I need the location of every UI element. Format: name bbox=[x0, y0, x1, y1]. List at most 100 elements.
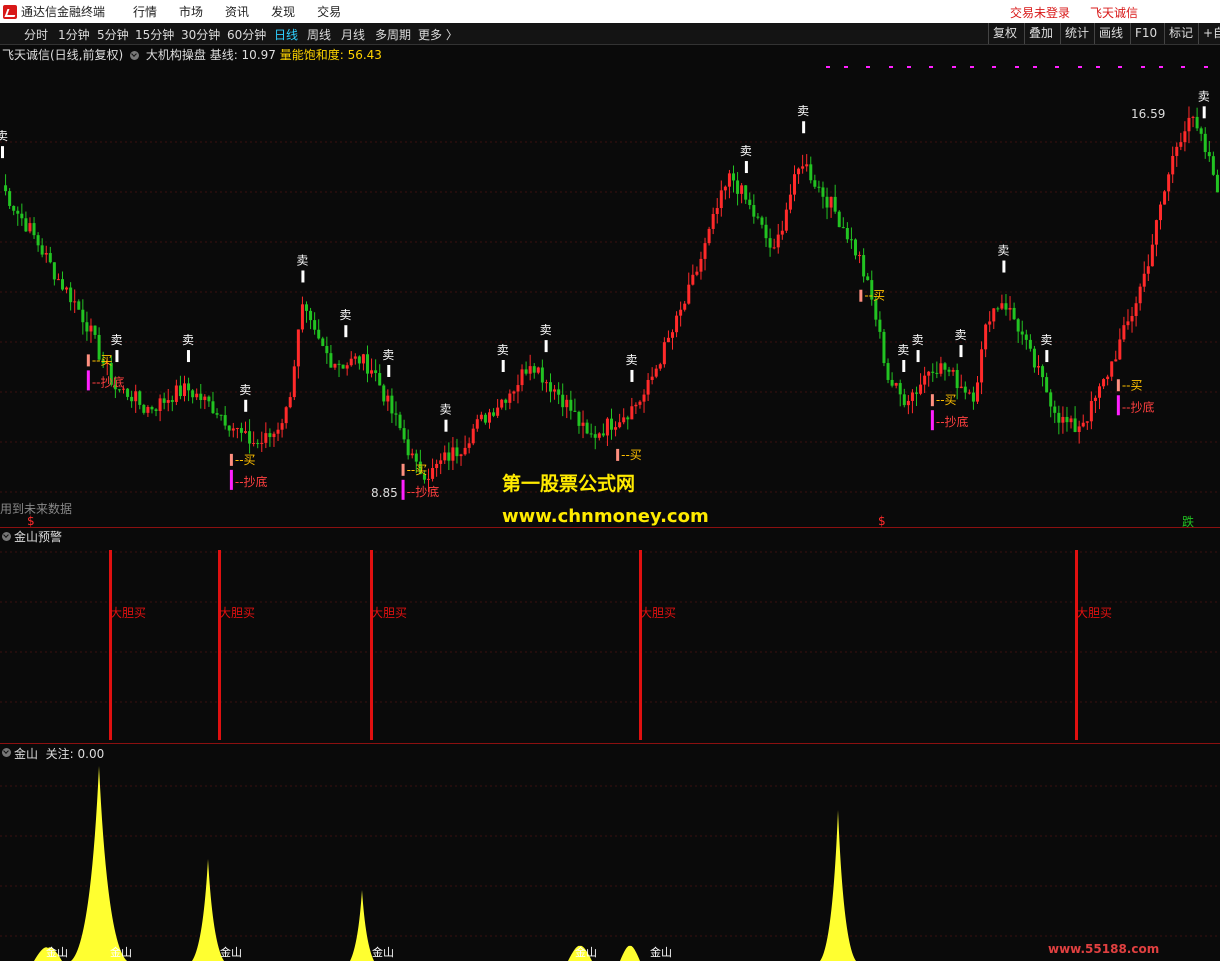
area-chart: 金山 金山 金山 金山 金山 金山 bbox=[0, 766, 1220, 961]
candle-body bbox=[573, 410, 577, 412]
stats-button[interactable]: 统计 bbox=[1060, 23, 1093, 44]
overlay-button[interactable]: 叠加 bbox=[1024, 23, 1057, 44]
candle-body bbox=[902, 394, 906, 406]
period-tab-1min[interactable]: 1分钟 bbox=[58, 26, 90, 43]
period-tab-5min[interactable]: 5分钟 bbox=[97, 26, 129, 43]
candle-body bbox=[919, 384, 923, 394]
candle-body bbox=[577, 411, 581, 426]
candle-body bbox=[292, 366, 296, 398]
app-logo-icon bbox=[3, 4, 17, 19]
candle-body bbox=[1146, 266, 1150, 274]
candle-body bbox=[894, 383, 898, 386]
candle-body bbox=[524, 369, 528, 374]
candle-body bbox=[1126, 321, 1130, 326]
menu-market[interactable]: 市场 bbox=[179, 3, 203, 20]
candle-body bbox=[1199, 128, 1203, 134]
buy-signal-label: --买 bbox=[936, 393, 957, 407]
candle-body bbox=[540, 367, 544, 383]
buy-signal-label: --买 bbox=[1122, 378, 1143, 392]
period-tab-daily[interactable]: 日线 bbox=[274, 26, 298, 43]
top-dot-marker bbox=[1096, 66, 1100, 68]
candle-body bbox=[622, 417, 626, 423]
candle-body bbox=[605, 418, 609, 436]
candle-body bbox=[1004, 303, 1008, 310]
sell-signal-bar bbox=[916, 350, 920, 363]
period-tab-timeshare[interactable]: 分时 bbox=[24, 26, 48, 43]
candle-body bbox=[817, 186, 821, 188]
candle-body bbox=[69, 287, 73, 303]
add-custom-button[interactable]: +自 bbox=[1198, 23, 1220, 44]
candle-body bbox=[658, 364, 662, 369]
candle-body bbox=[325, 345, 329, 354]
signal-line bbox=[218, 550, 221, 740]
high-price-label: 16.59 bbox=[1131, 107, 1166, 121]
buy-signal-label: --买 bbox=[235, 453, 256, 467]
candlestick-chart[interactable]: 卖卖 卖卖卖卖卖卖卖卖卖卖卖卖卖 卖卖卖卖--买--买--买--买--买--买--买… bbox=[0, 46, 1220, 526]
candle-body bbox=[1012, 307, 1016, 320]
candle-body bbox=[77, 301, 81, 310]
candle-body bbox=[244, 431, 247, 433]
candle-body bbox=[862, 255, 866, 277]
sell-signal-label: 卖 bbox=[239, 383, 251, 397]
sell-signal-label: 卖 bbox=[740, 144, 752, 158]
candle-body bbox=[382, 385, 386, 402]
period-tab-30min[interactable]: 30分钟 bbox=[181, 26, 220, 43]
restore-rights-button[interactable]: 复权 bbox=[988, 23, 1021, 44]
candle-body bbox=[1163, 191, 1167, 205]
candle-body bbox=[345, 365, 349, 369]
candle-body bbox=[898, 383, 902, 395]
period-tab-multi[interactable]: 多周期 bbox=[375, 26, 411, 43]
candle-body bbox=[549, 382, 552, 392]
login-status-link[interactable]: 交易未登录 bbox=[1010, 4, 1070, 21]
menu-news[interactable]: 资讯 bbox=[225, 3, 249, 20]
signal-label: 大胆买 bbox=[110, 606, 146, 620]
candle-body bbox=[1167, 174, 1171, 192]
candle-body bbox=[829, 196, 833, 208]
menu-trade[interactable]: 交易 bbox=[317, 3, 341, 20]
candle-body bbox=[203, 396, 207, 401]
period-tab-monthly[interactable]: 月线 bbox=[341, 26, 365, 43]
f10-button[interactable]: F10 bbox=[1130, 23, 1161, 44]
draw-line-button[interactable]: 画线 bbox=[1094, 23, 1127, 44]
sell-signal-label: 卖 bbox=[997, 244, 1009, 258]
candle-body bbox=[235, 428, 239, 430]
candle-body bbox=[406, 439, 410, 456]
candle-body bbox=[1215, 174, 1219, 193]
corner-watermark: www.55188.com bbox=[1048, 942, 1160, 956]
buy-signal-label: --买 bbox=[621, 448, 642, 462]
period-tab-60min[interactable]: 60分钟 bbox=[227, 26, 266, 43]
candle-body bbox=[557, 389, 561, 395]
bottom-area-label: 金山 bbox=[575, 945, 597, 959]
candle-body bbox=[126, 388, 130, 397]
sell-signal-bar bbox=[902, 360, 906, 373]
sell-signal-label: 卖 bbox=[797, 104, 809, 118]
menu-quotes[interactable]: 行情 bbox=[133, 3, 157, 20]
candle-body bbox=[386, 395, 390, 402]
dollar-marker: $ bbox=[27, 514, 35, 528]
candle-body bbox=[593, 434, 597, 438]
candle-body bbox=[854, 239, 857, 256]
candle-body bbox=[178, 385, 182, 397]
period-tab-15min[interactable]: 15分钟 bbox=[135, 26, 174, 43]
period-tab-more[interactable]: 更多 〉 bbox=[418, 26, 458, 43]
candle-body bbox=[955, 369, 959, 389]
candle-body bbox=[1175, 146, 1179, 156]
candle-body bbox=[1130, 315, 1134, 322]
candle-body bbox=[150, 406, 154, 410]
sell-signal-label: 卖 bbox=[897, 343, 909, 357]
sell-signal-bar bbox=[344, 325, 348, 338]
candle-body bbox=[1138, 286, 1142, 304]
candle-body bbox=[1020, 331, 1024, 335]
menu-discover[interactable]: 发现 bbox=[271, 3, 295, 20]
candle-body bbox=[174, 385, 178, 402]
candle-body bbox=[784, 209, 788, 231]
mark-button[interactable]: 标记 bbox=[1164, 23, 1197, 44]
candle-body bbox=[1061, 416, 1065, 423]
account-name-link[interactable]: 飞天诚信 bbox=[1090, 4, 1138, 21]
candle-body bbox=[943, 363, 947, 370]
candle-body bbox=[699, 258, 703, 272]
bottom-signal-bar bbox=[229, 469, 233, 490]
signal-line bbox=[639, 550, 642, 740]
candle-body bbox=[73, 301, 77, 303]
period-tab-weekly[interactable]: 周线 bbox=[307, 26, 331, 43]
